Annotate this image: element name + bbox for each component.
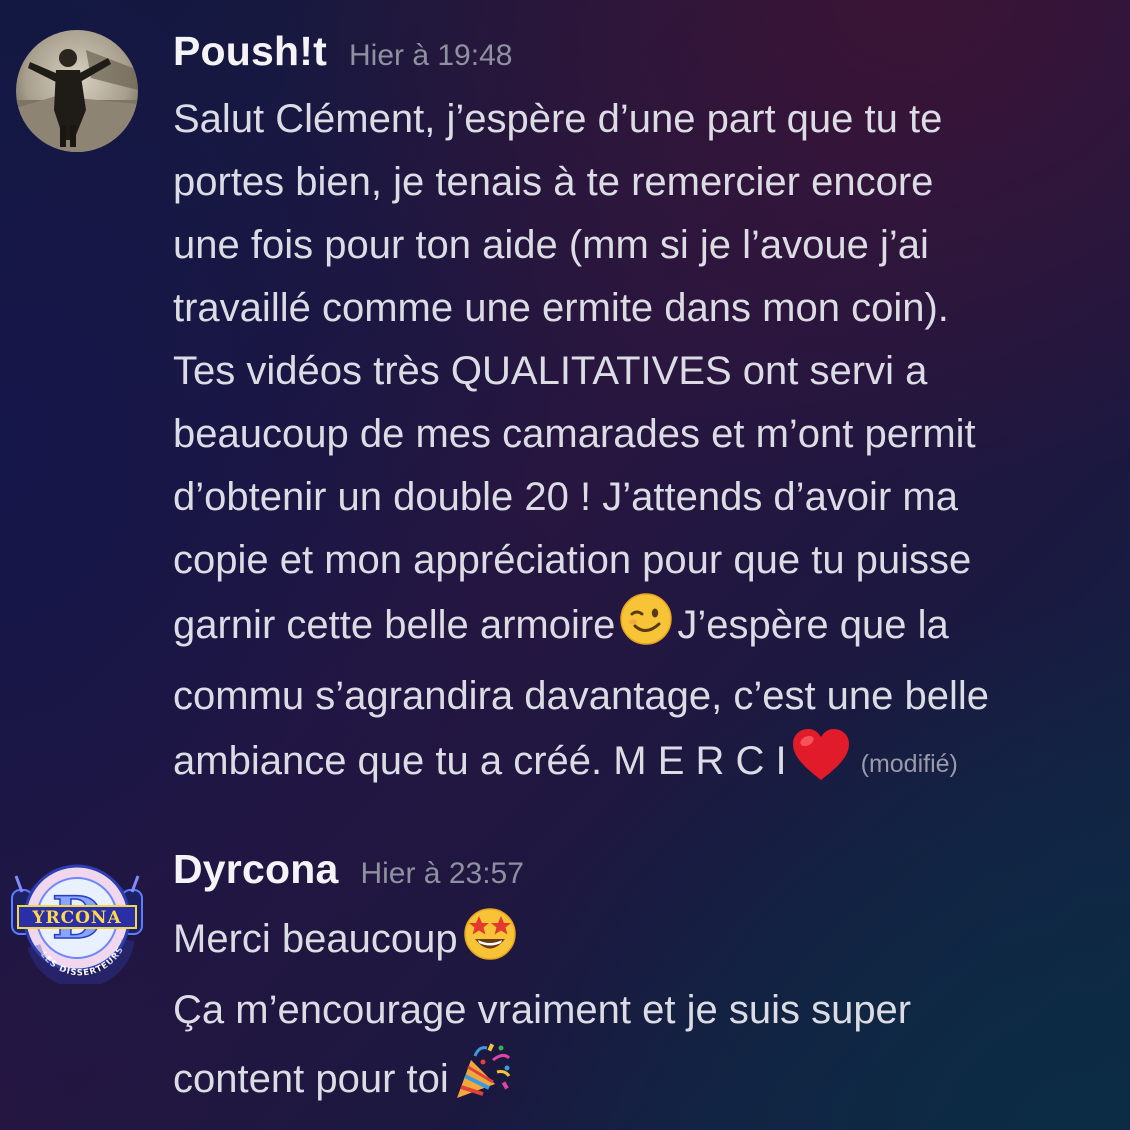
message-line: Tes vidéos très QUALITATIVES ont servi a — [173, 349, 928, 393]
message-line: une fois pour ton aide (mm si je l’avoue… — [173, 223, 929, 267]
message-text: Merci beaucoup — [173, 917, 458, 961]
logo-brand-text: YRCONA — [31, 908, 121, 928]
user-photo-icon — [16, 30, 138, 152]
username[interactable]: Dyrcona — [173, 846, 338, 892]
message-line: d’obtenir un double 20 ! J’attends d’avo… — [173, 475, 958, 519]
avatar-dyrcona[interactable]: D YRCONA LES DISSERTEURS — [8, 846, 146, 989]
message-header: Dyrcona Hier à 23:57 — [173, 846, 524, 893]
message-text: content pour toi — [173, 1057, 449, 1101]
dyrcona-logo-icon: D YRCONA LES DISSERTEURS — [11, 864, 143, 989]
message-line: Merci beaucoup — [173, 906, 1113, 979]
message-content: Merci beaucoup Ça m’encourage vraiment e… — [173, 906, 1113, 1119]
message-text: garnir cette belle armoire — [173, 603, 616, 647]
message-header: Poush!t Hier à 19:48 — [173, 28, 512, 75]
star-struck-face-icon[interactable] — [462, 906, 518, 979]
avatar-poushit[interactable] — [16, 30, 138, 152]
message-line: content pour toi — [173, 1042, 1113, 1119]
edited-label: (modifié) — [860, 750, 958, 778]
username[interactable]: Poush!t — [173, 28, 327, 74]
red-heart-icon[interactable] — [791, 728, 851, 801]
message-line: garnir cette belle armoire J’espère que … — [173, 592, 1113, 665]
timestamp[interactable]: Hier à 23:57 — [360, 857, 523, 890]
timestamp[interactable]: Hier à 19:48 — [349, 39, 512, 72]
message-line: travaillé comme une ermite dans mon coin… — [173, 286, 949, 330]
message-text: ambiance que tu a créé. M E R C I — [173, 739, 787, 783]
party-popper-icon[interactable] — [453, 1042, 513, 1119]
message-line: ambiance que tu a créé. M E R C I (modif… — [173, 728, 1113, 801]
message-line: copie et mon appréciation pour que tu pu… — [173, 538, 972, 582]
message-text: J’espère que la — [677, 603, 949, 647]
message-line: portes bien, je tenais à te remercier en… — [173, 160, 934, 204]
message-line: Salut Clément, j’espère d’une part que t… — [173, 97, 943, 141]
winking-face-icon[interactable] — [619, 592, 673, 665]
message-content: Salut Clément, j’espère d’une part que t… — [173, 88, 1113, 801]
message-line: beaucoup de mes camarades et m’ont permi… — [173, 412, 976, 456]
message-line: commu s’agrandira davantage, c’est une b… — [173, 674, 990, 718]
message-line: Ça m’encourage vraiment et je suis super — [173, 988, 912, 1032]
